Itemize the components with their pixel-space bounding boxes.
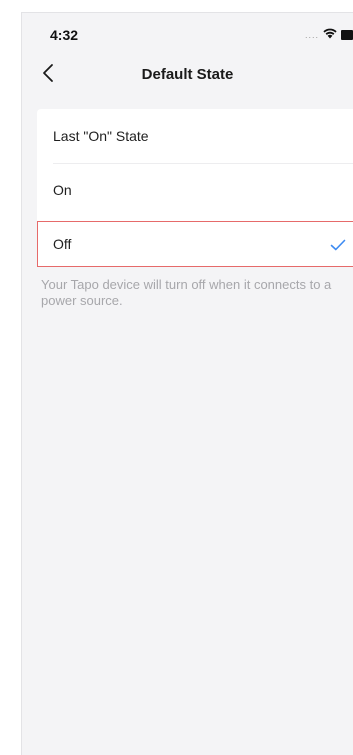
status-bar: 4:32 .... [22,13,353,53]
option-label: On [53,182,72,198]
status-time: 4:32 [50,27,79,43]
wifi-icon [323,26,337,44]
nav-bar: Default State [22,53,353,97]
option-off[interactable]: Off [37,221,353,267]
default-state-options: Last "On" State On Off [37,109,353,267]
option-description: Your Tapo device will turn off when it c… [41,277,332,308]
option-label: Off [53,236,72,252]
app-screen: 4:32 .... Default State Last "On" State … [21,12,353,755]
option-last-on-state[interactable]: Last "On" State [37,109,353,163]
page-title: Default State [141,66,234,83]
checkmark-icon [330,238,346,251]
signal-icon: .... [304,30,319,40]
status-icons: .... [305,26,353,44]
battery-icon [341,30,353,40]
option-label: Last "On" State [53,128,149,144]
option-on[interactable]: On [37,163,353,217]
